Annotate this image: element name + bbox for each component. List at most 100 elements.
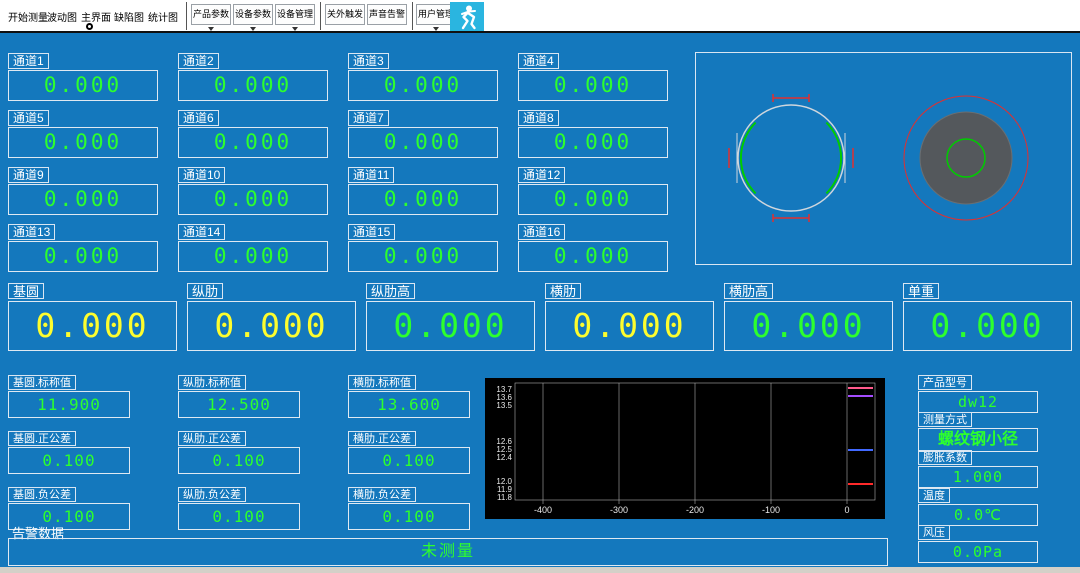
chevron-down-icon[interactable] — [208, 27, 214, 31]
button-device-manage[interactable]: 设备管理 — [275, 4, 315, 25]
chart-x-ticks: -400 -300 -200 -100 0 — [534, 505, 850, 515]
channel-value: 0.000 — [518, 184, 668, 215]
user-exit-icon[interactable] — [450, 2, 484, 31]
measure-label: 纵肋高 — [366, 283, 415, 299]
param-grid: 基圆.标称值11.900 纵肋.标称值12.500 横肋.标称值13.600 基… — [8, 373, 518, 541]
svg-text:-400: -400 — [534, 505, 552, 515]
channel-label: 通道4 — [518, 53, 559, 69]
toolbar-separator — [320, 2, 321, 30]
field-label: 温度 — [918, 488, 950, 503]
field-temperature: 温度 0.0℃ — [918, 486, 1038, 526]
measure-box: 纵肋高 0.000 — [366, 283, 535, 351]
bottom-edge-strip — [0, 567, 1080, 573]
cross-section-diagram — [696, 53, 1071, 264]
chart-y-ticks: 13.7 13.6 13.5 12.6 12.5 12.4 12.0 11.9 … — [496, 385, 512, 502]
channel-value: 0.000 — [348, 70, 498, 101]
channel-box: 通道160.000 — [518, 223, 668, 271]
cross-section-panel — [695, 52, 1072, 265]
measure-box: 基圆0.000 — [8, 283, 177, 351]
param-box: 基圆.标称值11.900 — [8, 373, 178, 429]
field-measure-method: 测量方式 螺纹钢小径 — [918, 410, 1038, 452]
channel-label: 通道3 — [348, 53, 389, 69]
measure-label: 基圆 — [8, 283, 44, 299]
chevron-down-icon[interactable] — [292, 27, 298, 31]
channel-value: 0.000 — [518, 127, 668, 158]
button-sound-alarm[interactable]: 声音告警 — [367, 4, 407, 25]
chart-series-marks — [848, 388, 873, 484]
svg-text:13.5: 13.5 — [496, 401, 512, 410]
trend-chart: 13.7 13.6 13.5 12.6 12.5 12.4 12.0 11.9 … — [485, 378, 885, 519]
channel-value: 0.000 — [518, 70, 668, 101]
measure-label: 单重 — [903, 283, 939, 299]
measure-box: 横肋0.000 — [545, 283, 714, 351]
button-device-params[interactable]: 设备参数 — [233, 4, 273, 25]
channel-label: 通道14 — [178, 224, 225, 240]
param-value: 12.500 — [178, 391, 300, 418]
measure-status: 未测量 — [8, 538, 888, 566]
channel-box: 通道150.000 — [348, 223, 498, 271]
channel-value: 0.000 — [348, 241, 498, 272]
channel-value: 0.000 — [518, 241, 668, 272]
param-label: 基圆.标称值 — [8, 375, 76, 390]
toolbar-separator — [412, 2, 413, 30]
param-label: 纵肋.正公差 — [178, 431, 246, 446]
measure-value: 0.000 — [903, 301, 1072, 351]
param-value: 0.100 — [348, 447, 470, 474]
measure-value: 0.000 — [366, 301, 535, 351]
button-product-params[interactable]: 产品参数 — [191, 4, 231, 25]
rebar-profile-circle — [729, 94, 853, 222]
param-label: 横肋.标称值 — [348, 375, 416, 390]
svg-text:12.4: 12.4 — [496, 453, 512, 462]
channel-value: 0.000 — [178, 184, 328, 215]
channel-value: 0.000 — [8, 127, 158, 158]
measure-label: 纵肋 — [187, 283, 223, 299]
channel-box: 通道70.000 — [348, 109, 498, 157]
param-value: 13.600 — [348, 391, 470, 418]
channel-label: 通道9 — [8, 167, 49, 183]
measure-value: 0.000 — [724, 301, 893, 351]
field-expansion-coeff: 膨胀系数 1.000 — [918, 448, 1038, 488]
menu-start-measure[interactable]: 开始测量 — [8, 9, 48, 24]
channel-label: 通道13 — [8, 224, 55, 240]
menu-stats-chart[interactable]: 统计图 — [148, 9, 178, 24]
param-label: 纵肋.负公差 — [178, 487, 246, 502]
field-label: 膨胀系数 — [918, 450, 972, 465]
channel-label: 通道11 — [348, 167, 394, 183]
chevron-down-icon[interactable] — [250, 27, 256, 31]
channel-label: 通道2 — [178, 53, 219, 69]
param-value: 0.100 — [178, 503, 300, 530]
param-label: 基圆.负公差 — [8, 487, 76, 502]
channel-value: 0.000 — [348, 184, 498, 215]
channel-label: 通道6 — [178, 110, 219, 126]
channel-box: 通道80.000 — [518, 109, 668, 157]
menu-wave-chart[interactable]: 波动图 — [47, 9, 77, 24]
svg-text:0: 0 — [844, 505, 849, 515]
trend-chart-plot: 13.7 13.6 13.5 12.6 12.5 12.4 12.0 11.9 … — [485, 378, 885, 519]
channel-label: 通道16 — [518, 224, 565, 240]
channel-label: 通道7 — [348, 110, 389, 126]
field-label: 测量方式 — [918, 412, 972, 427]
channel-value: 0.000 — [8, 241, 158, 272]
param-box: 纵肋.正公差0.100 — [178, 429, 348, 485]
param-box: 纵肋.标称值12.500 — [178, 373, 348, 429]
channel-value: 0.000 — [178, 127, 328, 158]
channel-value: 0.000 — [178, 241, 328, 272]
field-label: 产品型号 — [918, 375, 972, 390]
svg-text:-200: -200 — [686, 505, 704, 515]
param-box: 纵肋.负公差0.100 — [178, 485, 348, 541]
toolbar-separator — [186, 2, 187, 30]
channel-box: 通道40.000 — [518, 52, 668, 100]
channel-label: 通道15 — [348, 224, 395, 240]
app-toolbar: 开始测量 波动图 主界面 缺陷图 统计图 产品参数 设备参数 设备管理 关外触发… — [0, 0, 1080, 33]
menu-defect-chart[interactable]: 缺陷图 — [114, 9, 144, 24]
channel-value: 0.000 — [8, 184, 158, 215]
chevron-down-icon[interactable] — [433, 27, 439, 31]
button-external-trigger[interactable]: 关外触发 — [325, 4, 365, 25]
menu-main-view[interactable]: 主界面 — [81, 9, 111, 24]
chart-grid — [515, 383, 875, 504]
channel-box: 通道60.000 — [178, 109, 328, 157]
channel-box: 通道10.000 — [8, 52, 158, 100]
svg-text:-300: -300 — [610, 505, 628, 515]
channel-box: 通道110.000 — [348, 166, 498, 214]
channel-box: 通道120.000 — [518, 166, 668, 214]
